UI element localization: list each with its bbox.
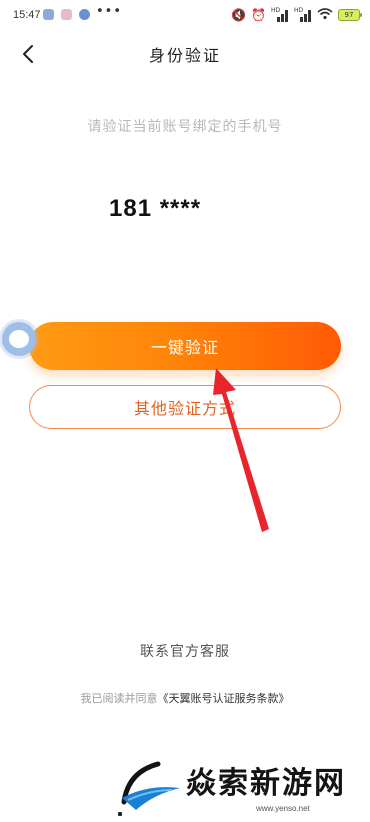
bottom-dot xyxy=(118,812,122,816)
notification-app-icon xyxy=(79,9,90,20)
mute-icon: 🔇 xyxy=(231,8,247,22)
page-title: 身份验证 xyxy=(148,46,221,65)
one-click-verify-button[interactable]: 一键验证 xyxy=(29,322,341,370)
watermark-logo-icon xyxy=(121,761,180,810)
one-click-verify-label: 一键验证 xyxy=(150,338,219,357)
battery-icon: 97 xyxy=(338,9,362,21)
status-bar: 15:47 ••• 🔇 ⏰ HD HD 97 xyxy=(0,0,370,30)
hd-label: HD xyxy=(294,7,304,14)
other-verification-methods-label: 其他验证方式 xyxy=(133,399,236,418)
watermark-text: 焱索新游网 xyxy=(186,766,346,801)
floating-assistant-bubble[interactable] xyxy=(2,322,36,356)
status-time: 15:47 xyxy=(13,9,41,21)
watermark-url: www.yenso.net xyxy=(256,804,310,813)
agreement-text: 我已阅读并同意《天翼账号认证服务条款》 xyxy=(0,690,370,706)
agreement-prefix: 我已阅读并同意 xyxy=(80,692,158,705)
masked-phone-number: 181 **** xyxy=(109,195,202,222)
site-watermark: 焱索新游网 www.yenso.net xyxy=(118,752,368,822)
alarm-icon: ⏰ xyxy=(251,8,266,22)
identity-verification-screen: 15:47 ••• 🔇 ⏰ HD HD 97 身份验证 请验证当前账号绑定的手机… xyxy=(0,0,370,822)
service-terms-link[interactable]: 《天翼账号认证服务条款》 xyxy=(158,692,290,705)
floating-bubble-icon xyxy=(9,330,29,348)
verification-instruction: 请验证当前账号绑定的手机号 xyxy=(87,119,283,135)
wifi-icon xyxy=(317,7,333,23)
notification-app-icon xyxy=(43,9,54,20)
more-notifications-icon: ••• xyxy=(96,4,123,19)
contact-official-support-link[interactable]: 联系官方客服 xyxy=(0,641,370,661)
signal-icon: HD xyxy=(271,8,289,22)
hd-label: HD xyxy=(271,7,281,14)
other-verification-methods-button[interactable]: 其他验证方式 xyxy=(29,385,341,429)
notification-app-icon xyxy=(61,9,72,20)
signal-icon: HD xyxy=(294,8,312,22)
status-icons: 🔇 ⏰ HD HD 97 xyxy=(231,7,362,23)
